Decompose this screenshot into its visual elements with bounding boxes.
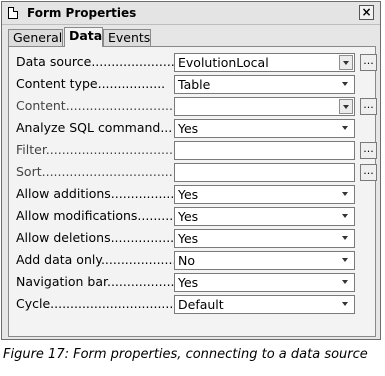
chevron-down-icon[interactable]: [339, 275, 353, 290]
navigation-bar-label: Navigation bar.................: [16, 274, 174, 289]
analyze-sql-value: Yes: [178, 121, 199, 136]
data-tab-panel: Data source..................... Evoluti…: [8, 46, 377, 337]
chevron-down-icon[interactable]: [339, 121, 353, 136]
cycle-select[interactable]: Default: [174, 295, 355, 314]
filter-label: Filter..................................…: [16, 142, 174, 157]
chevron-down-icon[interactable]: [339, 231, 353, 246]
form-properties-dialog: Form Properties × General Data Events Da…: [1, 1, 381, 340]
chevron-down-icon[interactable]: [339, 253, 353, 268]
add-data-only-value: No: [178, 253, 195, 268]
chevron-down-icon[interactable]: [339, 77, 353, 92]
allow-modifications-label: Allow modifications............: [16, 208, 174, 223]
data-source-browse-button[interactable]: ...: [360, 54, 377, 71]
chevron-down-icon[interactable]: [339, 297, 353, 312]
filter-browse-button[interactable]: ...: [360, 142, 377, 159]
content-select[interactable]: [174, 97, 355, 116]
filter-input[interactable]: [174, 141, 355, 160]
allow-additions-value: Yes: [178, 187, 199, 202]
content-type-value: Table: [178, 77, 211, 92]
allow-modifications-value: Yes: [178, 209, 199, 224]
data-source-label: Data source.....................: [16, 54, 174, 69]
figure-caption: Figure 17: Form properties, connecting t…: [3, 347, 368, 362]
sort-input[interactable]: [174, 163, 355, 182]
navigation-bar-value: Yes: [178, 275, 199, 290]
allow-deletions-label: Allow deletions..................: [16, 230, 174, 245]
analyze-sql-label: Analyze SQL command...: [16, 120, 173, 135]
allow-additions-select[interactable]: Yes: [174, 185, 355, 204]
add-data-only-select[interactable]: No: [174, 251, 355, 270]
window-title: Form Properties: [27, 6, 137, 20]
chevron-down-icon[interactable]: [339, 55, 353, 70]
content-label: Content..............................: [16, 98, 174, 113]
document-icon: [8, 7, 18, 19]
add-data-only-label: Add data only...................: [16, 252, 174, 267]
tab-general[interactable]: General: [8, 29, 63, 46]
sort-label: Sort....................................…: [16, 164, 174, 179]
cycle-value: Default: [178, 297, 224, 312]
chevron-down-icon[interactable]: [339, 209, 353, 224]
allow-deletions-select[interactable]: Yes: [174, 229, 355, 248]
allow-additions-label: Allow additions.................: [16, 186, 174, 201]
navigation-bar-select[interactable]: Yes: [174, 273, 355, 292]
data-source-select[interactable]: EvolutionLocal: [174, 53, 355, 72]
content-browse-button[interactable]: ...: [360, 98, 377, 115]
content-type-select[interactable]: Table: [174, 75, 355, 94]
data-source-value: EvolutionLocal: [178, 55, 269, 70]
content-type-label: Content type.................: [16, 76, 166, 91]
tab-events[interactable]: Events: [103, 29, 151, 46]
tab-data[interactable]: Data: [64, 27, 103, 47]
close-button[interactable]: ×: [359, 5, 374, 20]
allow-modifications-select[interactable]: Yes: [174, 207, 355, 226]
title-bar[interactable]: Form Properties ×: [2, 2, 380, 25]
analyze-sql-select[interactable]: Yes: [174, 119, 355, 138]
cycle-label: Cycle...................................…: [16, 296, 174, 311]
allow-deletions-value: Yes: [178, 231, 199, 246]
sort-browse-button[interactable]: ...: [360, 164, 377, 181]
chevron-down-icon[interactable]: [339, 187, 353, 202]
chevron-down-icon[interactable]: [339, 99, 353, 114]
